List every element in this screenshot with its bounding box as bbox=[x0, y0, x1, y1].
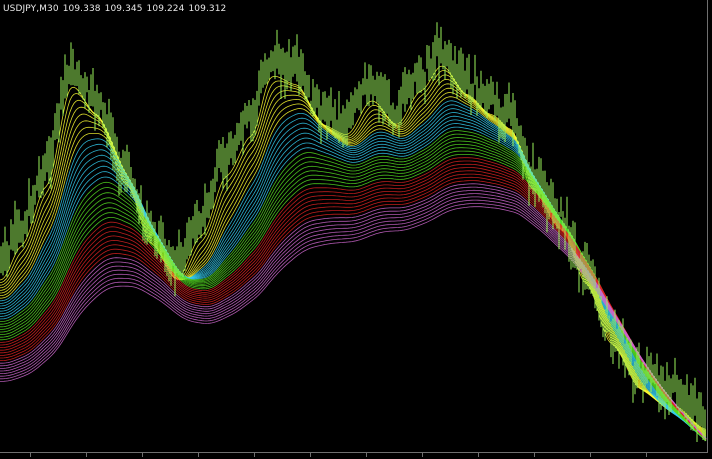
time-tick bbox=[142, 453, 143, 457]
time-tick bbox=[30, 453, 31, 457]
chart-window[interactable]: USDJPY,M30 109.338 109.345 109.224 109.312 bbox=[0, 0, 712, 459]
time-tick bbox=[646, 453, 647, 457]
time-tick bbox=[86, 453, 87, 457]
chart-frame bbox=[0, 0, 708, 453]
time-tick bbox=[198, 453, 199, 457]
time-tick bbox=[478, 453, 479, 457]
time-tick bbox=[310, 453, 311, 457]
time-tick bbox=[422, 453, 423, 457]
time-tick bbox=[590, 453, 591, 457]
time-tick bbox=[534, 453, 535, 457]
time-tick bbox=[366, 453, 367, 457]
time-tick bbox=[254, 453, 255, 457]
